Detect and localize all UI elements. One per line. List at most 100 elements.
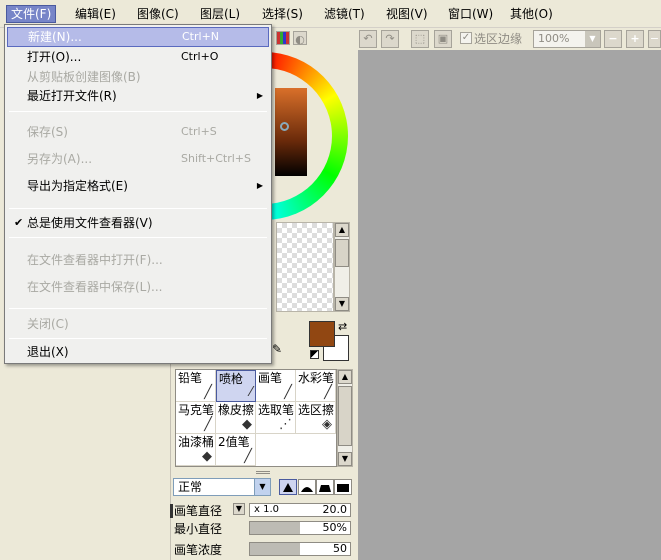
- tool-bucket[interactable]: 油漆桶 ◆: [176, 434, 216, 466]
- min-size-value: 50%: [322, 521, 347, 534]
- zoom-out-icon[interactable]: −: [604, 30, 622, 48]
- brush-size-slider[interactable]: x 1.0 20.0: [249, 503, 351, 517]
- tool-airbrush[interactable]: 喷枪 ⁄: [216, 370, 256, 402]
- size-dropdown-icon[interactable]: ▼: [233, 503, 245, 515]
- redo-icon[interactable]: ↷: [381, 30, 399, 48]
- min-size-slider[interactable]: 50%: [249, 521, 351, 535]
- menu-window[interactable]: 窗口(W): [444, 5, 497, 23]
- menu-item-open[interactable]: 打开(O)... Ctrl+O: [7, 47, 269, 67]
- param-marker: [170, 504, 173, 518]
- menu-layer[interactable]: 图层(L): [196, 5, 244, 23]
- menu-separator: [9, 237, 267, 238]
- select-pen-icon: ⋰: [279, 417, 292, 432]
- brush-icon: ╱: [284, 385, 292, 400]
- checkmark-icon: ✔: [14, 216, 24, 229]
- menu-item-new-from-clipboard[interactable]: 从剪贴板创建图像(B): [7, 67, 269, 87]
- brush-size-value: 20.0: [322, 503, 348, 516]
- density-value: 50: [333, 542, 347, 555]
- min-size-label: 最小直径: [174, 522, 223, 536]
- tool-brush[interactable]: 画笔 ╱: [256, 370, 296, 402]
- menu-filter[interactable]: 滤镜(T): [320, 5, 369, 23]
- color-grid-icon[interactable]: [276, 31, 290, 45]
- canvas-area[interactable]: [358, 50, 661, 560]
- eyedropper-icon[interactable]: ✎: [272, 342, 282, 356]
- density-slider[interactable]: 50: [249, 542, 351, 556]
- marker-icon: ╱: [204, 417, 212, 432]
- brush-shape-round[interactable]: [298, 479, 316, 495]
- tool-watercolor[interactable]: 水彩笔 ╱: [296, 370, 336, 402]
- reset-colors-icon[interactable]: [310, 350, 319, 359]
- airbrush-icon: ⁄: [249, 385, 252, 400]
- color-picker-marker[interactable]: [280, 122, 289, 131]
- swap-colors-icon[interactable]: ⇄: [338, 320, 347, 333]
- menu-item-save[interactable]: 保存(S) Ctrl+S: [7, 122, 269, 142]
- tool-binary-pen[interactable]: 2值笔 ╱: [216, 434, 256, 466]
- tool-grid-scrollbar[interactable]: ▲ ▼: [337, 369, 353, 467]
- bucket-icon: ◆: [202, 449, 212, 464]
- file-menu-dropdown: 新建(N)... Ctrl+N 打开(O)... Ctrl+O 从剪贴板创建图像…: [4, 24, 272, 364]
- invert-selection-icon[interactable]: ▣: [434, 30, 452, 48]
- menu-item-export[interactable]: 导出为指定格式(E) ▶: [7, 176, 269, 196]
- zoom-in-icon[interactable]: +: [626, 30, 644, 48]
- menu-file[interactable]: 文件(F): [6, 5, 57, 23]
- color-mode-icon[interactable]: ◐: [293, 31, 307, 46]
- menu-item-recent-files[interactable]: 最近打开文件(R) ▶: [7, 86, 269, 106]
- menu-other[interactable]: 其他(O): [506, 5, 557, 23]
- deselect-icon[interactable]: ⬚: [411, 30, 429, 48]
- submenu-arrow-icon: ▶: [256, 181, 263, 190]
- brush-shape-square[interactable]: [334, 479, 352, 495]
- menu-separator: [9, 208, 267, 209]
- submenu-arrow-icon: ▶: [256, 91, 263, 100]
- blend-mode-select[interactable]: 正常 ▼: [173, 478, 271, 496]
- zoom-select[interactable]: 100% ▼: [533, 30, 601, 48]
- eraser-icon: ◆: [242, 417, 252, 432]
- scroll-thumb[interactable]: [338, 386, 352, 446]
- menu-select[interactable]: 选择(S): [258, 5, 307, 23]
- panel-splitter[interactable]: [256, 471, 270, 474]
- watercolor-icon: ╱: [324, 385, 332, 400]
- menu-item-open-in-viewer[interactable]: 在文件查看器中打开(F)...: [7, 250, 269, 270]
- menu-separator: [9, 308, 267, 309]
- menu-edit[interactable]: 编辑(E): [71, 5, 120, 23]
- pencil-icon: ╱: [204, 385, 212, 400]
- min-size-fill: [250, 522, 300, 534]
- brush-size-label: 画笔直径: [174, 504, 223, 518]
- zoom-value: 100%: [538, 32, 570, 45]
- menu-item-new[interactable]: 新建(N)... Ctrl+N: [7, 27, 269, 47]
- tool-pencil[interactable]: 铅笔 ╱: [176, 370, 216, 402]
- menu-separator: [9, 111, 267, 112]
- tool-select-pen[interactable]: 选取笔 ⋰: [256, 402, 296, 434]
- tool-select-eraser[interactable]: 选区擦 ◈: [296, 402, 336, 434]
- brush-shape-flat[interactable]: [316, 479, 334, 495]
- chevron-down-icon: ▼: [585, 31, 600, 47]
- menu-item-exit[interactable]: 退出(X): [7, 342, 269, 362]
- binary-pen-icon: ╱: [244, 449, 252, 464]
- tool-marker[interactable]: 马克笔 ╱: [176, 402, 216, 434]
- brush-shape-sharp[interactable]: [279, 479, 297, 495]
- undo-icon[interactable]: ↶: [359, 30, 377, 48]
- saturation-value-box[interactable]: [275, 88, 307, 176]
- menu-item-always-use-viewer[interactable]: ✔ 总是使用文件查看器(V): [7, 213, 269, 233]
- scroll-thumb[interactable]: [335, 239, 349, 267]
- menu-item-close[interactable]: 关闭(C): [7, 314, 269, 334]
- size-multiplier: x 1.0: [254, 504, 279, 515]
- scroll-down-icon[interactable]: ▼: [335, 297, 349, 311]
- scroll-up-icon[interactable]: ▲: [335, 223, 349, 237]
- menu-image[interactable]: 图像(C): [133, 5, 183, 23]
- foreground-color-swatch[interactable]: [309, 321, 335, 347]
- scroll-up-icon[interactable]: ▲: [338, 370, 352, 384]
- zoom-reset-icon[interactable]: −: [648, 30, 661, 48]
- density-fill: [250, 543, 300, 555]
- selection-border-checkbox[interactable]: ✓: [460, 32, 472, 44]
- texture-scrollbar[interactable]: ▲ ▼: [334, 222, 350, 312]
- tool-eraser[interactable]: 橡皮擦 ◆: [216, 402, 256, 434]
- menu-item-save-in-viewer[interactable]: 在文件查看器中保存(L)...: [7, 277, 269, 297]
- menu-view[interactable]: 视图(V): [382, 5, 432, 23]
- texture-preview[interactable]: [276, 222, 334, 312]
- chevron-down-icon: ▼: [254, 479, 270, 495]
- blend-mode-value: 正常: [178, 480, 203, 494]
- scroll-down-icon[interactable]: ▼: [338, 452, 352, 466]
- select-eraser-icon: ◈: [322, 417, 332, 432]
- menu-separator: [9, 338, 267, 339]
- menu-item-save-as[interactable]: 另存为(A)... Shift+Ctrl+S: [7, 149, 269, 169]
